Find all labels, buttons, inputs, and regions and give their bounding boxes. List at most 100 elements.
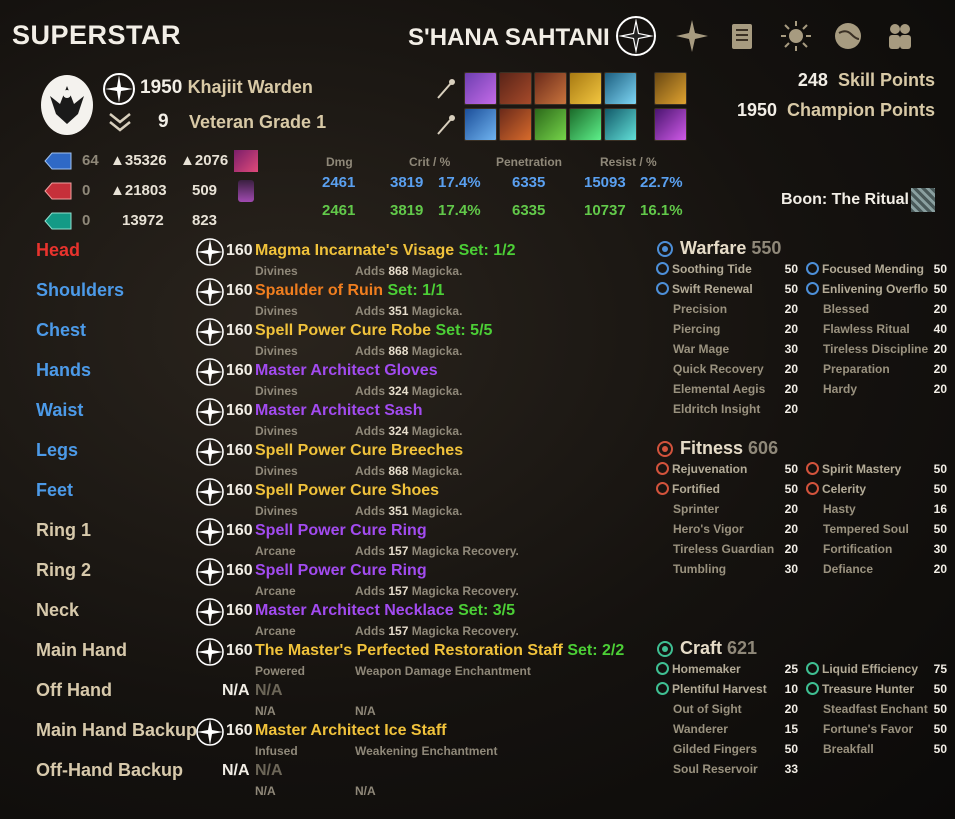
champion-star[interactable]: Fortified [656, 482, 720, 496]
champion-star[interactable]: War Mage [673, 342, 729, 356]
item-name-line[interactable]: Master Architect Sash [255, 402, 422, 420]
skill-slot[interactable] [499, 108, 532, 141]
sun-icon[interactable] [774, 14, 818, 58]
champion-star[interactable]: Tumbling [673, 562, 726, 576]
item-name-line[interactable]: Spell Power Cure Ring [255, 562, 427, 580]
champion-star[interactable]: Fortune's Favor [823, 722, 913, 736]
item-name: Magma Incarnate's Visage [255, 242, 455, 259]
item-name: Spell Power Cure Ring [255, 522, 427, 539]
champion-star[interactable]: Celerity [806, 482, 866, 496]
skill-slot[interactable] [534, 108, 567, 141]
champion-icon[interactable] [614, 14, 658, 58]
champion-star[interactable]: Homemaker [656, 662, 741, 676]
champion-star[interactable]: Out of Sight [673, 702, 742, 716]
slotted-star-icon [806, 282, 819, 295]
slotted-star-icon [806, 662, 819, 675]
champion-star[interactable]: Piercing [673, 322, 720, 336]
champion-star[interactable]: Treasure Hunter [806, 682, 914, 696]
champion-star[interactable]: Spirit Mastery [806, 462, 901, 476]
spell-crit: 3819 [390, 174, 424, 191]
champion-star[interactable]: Enlivening Overflo [806, 282, 928, 296]
champion-star[interactable]: Hardy [823, 382, 857, 396]
skills-icon[interactable] [670, 14, 714, 58]
champion-star[interactable]: Preparation [823, 362, 890, 376]
champion-star[interactable]: Breakfall [823, 742, 874, 756]
item-name-line[interactable]: Spell Power Cure Shoes [255, 482, 439, 500]
item-name-line[interactable]: Spell Power Cure Breeches [255, 442, 463, 460]
champion-star[interactable]: Precision [673, 302, 727, 316]
champion-star[interactable]: Tireless Guardian [673, 542, 774, 556]
skill-slot[interactable] [569, 72, 602, 105]
fitness-icon [656, 440, 674, 463]
champion-star[interactable]: Plentiful Harvest [656, 682, 767, 696]
champion-star[interactable]: Steadfast Enchant [823, 702, 928, 716]
item-name-line[interactable]: Master Architect Ice Staff [255, 722, 446, 740]
item-name-line[interactable]: Spell Power Cure Ring [255, 522, 427, 540]
slotted-star-icon [806, 262, 819, 275]
champion-star[interactable]: Flawless Ritual [823, 322, 910, 336]
champion-star[interactable]: Eldritch Insight [673, 402, 760, 416]
group-icon[interactable] [878, 14, 922, 58]
item-name-line[interactable]: Master Architect Gloves [255, 362, 438, 380]
champion-star[interactable]: Focused Mending [806, 262, 924, 276]
item-name-line[interactable]: Spaulder of Ruin Set: 1/1 [255, 282, 444, 300]
skill-slot[interactable] [604, 72, 637, 105]
champion-star[interactable]: Wanderer [673, 722, 728, 736]
item-name-line[interactable]: The Master's Perfected Restoration Staff… [255, 642, 624, 660]
champion-points-value: 1950 [736, 100, 777, 120]
champion-star[interactable]: Liquid Efficiency [806, 662, 918, 676]
stamina-regen: 823 [192, 212, 218, 229]
champion-star[interactable]: Gilded Fingers [673, 742, 757, 756]
champion-star[interactable]: Hasty [823, 502, 856, 516]
skill-slot[interactable] [464, 108, 497, 141]
star-points: 30 [784, 562, 798, 576]
spell-resist-pct: 22.7% [640, 174, 683, 191]
champion-star[interactable]: Tempered Soul [823, 522, 909, 536]
champion-star[interactable]: Soothing Tide [656, 262, 752, 276]
item-name-line[interactable]: N/A [255, 762, 283, 780]
champion-star[interactable]: Blessed [823, 302, 869, 316]
scroll-icon[interactable] [720, 14, 764, 58]
skill-slot[interactable] [499, 72, 532, 105]
item-name-line[interactable]: Magma Incarnate's Visage Set: 1/2 [255, 242, 516, 260]
item-trait: Divines [255, 504, 298, 518]
globe-icon[interactable] [826, 14, 870, 58]
skill-points-label: Skill Points [837, 70, 935, 90]
item-trait: Arcane [255, 544, 296, 558]
champion-star[interactable]: Tireless Discipline [823, 342, 928, 356]
item-trait: N/A [255, 784, 276, 798]
star-points: 40 [933, 322, 947, 336]
champion-star[interactable]: Sprinter [673, 502, 719, 516]
skill-slot[interactable] [604, 108, 637, 141]
set-count: Set: 2/2 [567, 642, 625, 659]
item-cp: 160 [226, 282, 253, 299]
skill-slot[interactable] [569, 108, 602, 141]
item-name-line[interactable]: Spell Power Cure Robe Set: 5/5 [255, 322, 492, 340]
star-points: 15 [784, 722, 798, 736]
champion-star[interactable]: Quick Recovery [673, 362, 764, 376]
ultimate-slot[interactable] [654, 108, 687, 141]
champion-rank-icon [195, 557, 225, 592]
star-points: 20 [933, 362, 947, 376]
mundus-boon: Boon: The Ritual [781, 191, 909, 208]
skill-slot[interactable] [464, 72, 497, 105]
champion-star[interactable]: Hero's Vigor [673, 522, 744, 536]
ultimate-slot[interactable] [654, 72, 687, 105]
champion-star[interactable]: Rejuvenation [656, 462, 747, 476]
champion-rank-icon [195, 397, 225, 432]
item-name-line[interactable]: Master Architect Necklace Set: 3/5 [255, 602, 515, 620]
skill-slot[interactable] [534, 72, 567, 105]
food-buff-icon [234, 150, 258, 172]
item-enchant: Adds 157 Magicka Recovery. [355, 544, 519, 558]
item-name-line[interactable]: N/A [255, 682, 283, 700]
champion-star[interactable]: Soul Reservoir [673, 762, 758, 776]
item-name: Master Architect Necklace [255, 602, 454, 619]
champion-star[interactable]: Swift Renewal [656, 282, 753, 296]
physical-resist: 10737 [584, 202, 626, 219]
item-name: Master Architect Sash [255, 402, 423, 419]
star-points: 20 [784, 362, 798, 376]
champion-rank-icon [195, 437, 225, 472]
champion-star[interactable]: Fortification [823, 542, 892, 556]
champion-star[interactable]: Defiance [823, 562, 873, 576]
champion-star[interactable]: Elemental Aegis [673, 382, 765, 396]
